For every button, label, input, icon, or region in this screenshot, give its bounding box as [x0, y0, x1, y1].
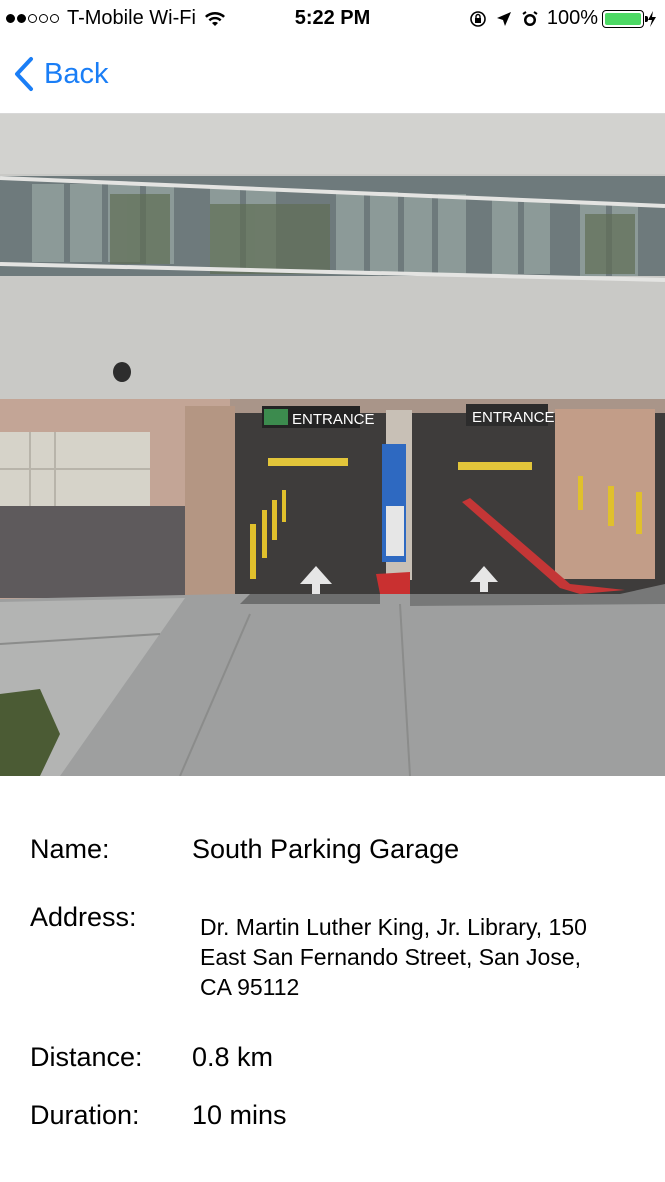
chevron-left-icon — [15, 57, 33, 91]
name-label: Name: — [30, 834, 110, 864]
address-value: Dr. Martin Luther King, Jr. Library, 150… — [200, 912, 640, 1002]
charging-bolt-icon — [648, 10, 656, 27]
duration-label: Duration: — [30, 1100, 140, 1130]
back-button[interactable]: Back — [12, 56, 108, 92]
address-label: Address: — [30, 902, 137, 932]
address-line-3: CA 95112 — [200, 974, 300, 1000]
address-line-2: East San Fernando Street, San Jose, — [200, 944, 582, 970]
duration-value: 10 mins — [192, 1100, 287, 1130]
location-arrow-icon — [496, 11, 511, 26]
back-button-label: Back — [44, 57, 109, 90]
battery-percent: 100% — [546, 7, 598, 29]
navigation-bar: Back — [0, 38, 665, 114]
svg-text:ENTRANCE: ENTRANCE — [292, 411, 375, 428]
status-bar-right: 100% — [469, 7, 657, 30]
status-bar: T-Mobile Wi-Fi 5:22 PM 100% — [0, 0, 665, 38]
battery-icon — [602, 9, 648, 28]
orientation-lock-icon — [470, 10, 486, 27]
distance-value: 0.8 km — [192, 1042, 274, 1072]
distance-label: Distance: — [30, 1042, 143, 1072]
garage-photo: ENTRANCE ENTRANCE — [0, 114, 665, 776]
svg-text:ENTRANCE: ENTRANCE — [472, 409, 555, 426]
name-value: South Parking Garage — [192, 834, 460, 864]
address-line-1: Dr. Martin Luther King, Jr. Library, 150 — [200, 914, 587, 940]
alarm-icon — [522, 10, 538, 26]
